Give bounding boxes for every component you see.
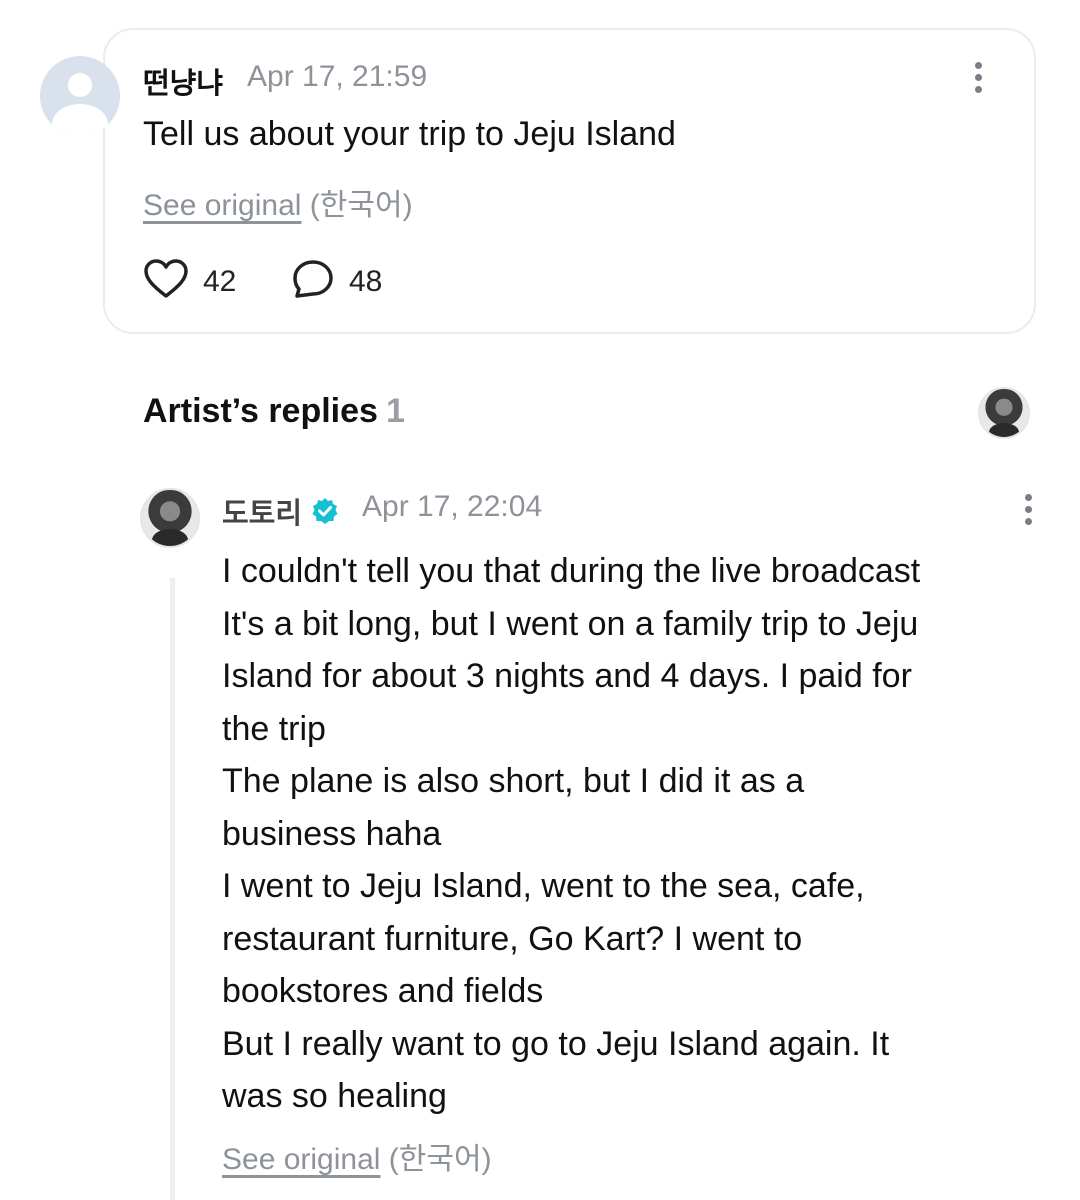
artist-replies-heading: Artist’s replies 1 <box>143 392 405 431</box>
reply-line: business haha <box>222 814 442 853</box>
reply-line: It's a bit long, but I went on a family … <box>222 604 919 643</box>
reply-line: bookstores and fields <box>222 972 544 1010</box>
like-button[interactable]: 42 <box>143 258 236 305</box>
see-original-link[interactable]: See original <box>143 189 301 222</box>
reply-line: But I really want to go to Jeju Island a… <box>222 1024 890 1063</box>
reply-count: 48 <box>349 264 383 298</box>
reply-author[interactable]: 도토리 <box>222 490 302 532</box>
reply-author-row: 도토리 <box>222 490 340 532</box>
fan-avatar[interactable] <box>40 56 120 136</box>
reply-line: restaurant furniture, Go Kart? I went to <box>222 919 803 958</box>
reply-text: I couldn't tell you that during the live… <box>222 545 1042 1123</box>
thread-line <box>170 578 175 1200</box>
reply-line: The plane is also short, but I did it as… <box>222 762 805 800</box>
comment-bubble-icon <box>291 258 335 305</box>
reply-button[interactable]: 48 <box>291 258 382 305</box>
like-count: 42 <box>203 264 237 298</box>
comment-author[interactable]: 떤냥냐 <box>143 60 223 102</box>
comment-timestamp: Apr 17, 21:59 <box>247 60 428 93</box>
reply-line: Island for about 3 nights and 4 days. I … <box>222 657 912 695</box>
reply-see-original-link[interactable]: See original <box>222 1143 380 1176</box>
see-original: See original (한국어) <box>143 180 413 224</box>
more-options-icon[interactable] <box>1025 494 1035 530</box>
reply-line: I couldn't tell you that during the live… <box>222 552 921 590</box>
reply-line: the trip <box>222 709 326 748</box>
reply-line: was so healing <box>222 1077 447 1115</box>
original-language: (한국어) <box>309 189 413 222</box>
reply-original-language: (한국어) <box>388 1143 492 1176</box>
heart-icon <box>143 258 189 305</box>
more-options-icon[interactable] <box>975 62 985 98</box>
artist-avatar[interactable] <box>140 488 200 548</box>
comment-text: Tell us about your trip to Jeju Island <box>143 115 676 153</box>
reply-line: I went to Jeju Island, went to the sea, … <box>222 867 865 905</box>
verified-badge-icon <box>310 496 340 526</box>
reply-see-original: See original (한국어) <box>222 1134 492 1178</box>
artist-avatar-small[interactable] <box>978 387 1030 439</box>
artist-replies-count: 1 <box>385 392 405 430</box>
artist-replies-title: Artist’s replies <box>143 392 378 430</box>
reply-timestamp: Apr 17, 22:04 <box>362 490 543 523</box>
